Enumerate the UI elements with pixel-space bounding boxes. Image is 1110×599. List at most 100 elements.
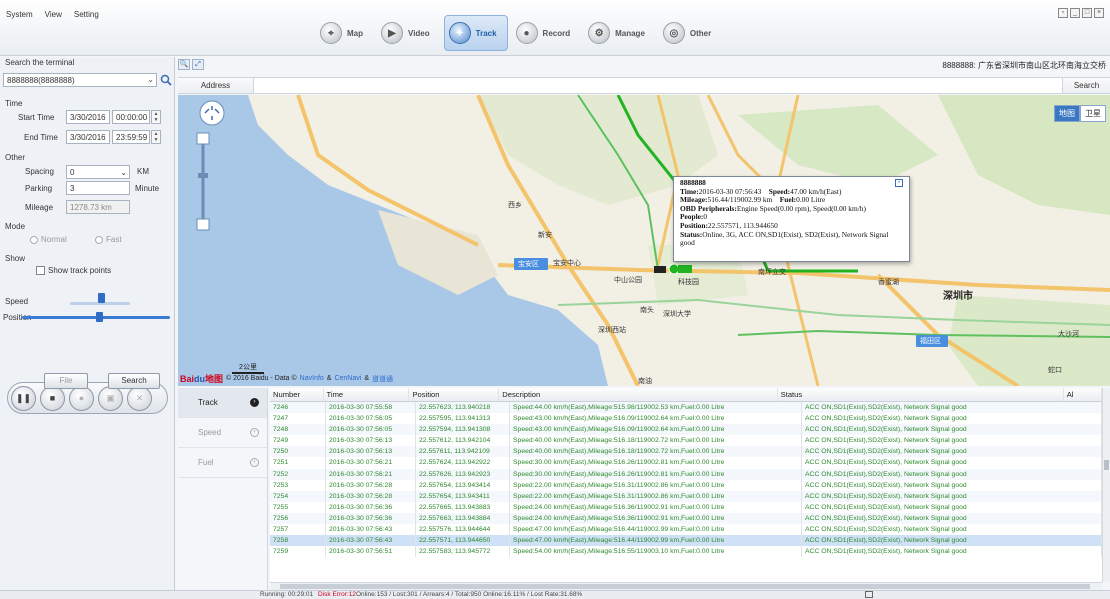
map-type-map[interactable]: 地图 xyxy=(1054,105,1080,122)
table-row[interactable]: 7256 2016-03-30 07:56:36 22.557663, 113.94… xyxy=(270,512,1102,525)
zoom-search-icon[interactable]: 🔍 xyxy=(178,59,190,70)
mode-normal-radio[interactable]: Normal xyxy=(30,235,67,244)
map-attribution: Baidu地图 © 2016 Baidu - Data © NavInfo & … xyxy=(180,372,393,385)
mileage-value: 1278.73 km xyxy=(70,203,112,212)
end-time-field[interactable]: 23:59:59 xyxy=(112,130,150,144)
cennavi-link[interactable]: CenNavi xyxy=(334,375,361,382)
close-icon[interactable]: × xyxy=(1094,8,1104,18)
table-row[interactable]: 7250 2016-03-30 07:56:13 22.557611, 113.94… xyxy=(270,446,1102,458)
spacing-value: 0 xyxy=(70,168,75,177)
terminal-select[interactable]: 8888888(8888888) ⌄ xyxy=(3,73,157,87)
table-row[interactable]: 7246 2016-03-30 07:55:58 22.557623, 113.94… xyxy=(270,402,1102,414)
map-view[interactable]: 宝安区 福田区 深圳市 科技园 南头 深圳大学 深圳西站 中山公园 西乡 宝安中… xyxy=(178,95,1110,386)
map-label: 宝安中心 xyxy=(553,260,581,267)
table-vertical-scrollbar[interactable] xyxy=(1102,388,1110,582)
end-time-spinner[interactable]: ▲ ▼ xyxy=(151,130,161,144)
cell-position: 22.557595, 113.941313 xyxy=(416,413,510,425)
tab-track[interactable]: Track › xyxy=(178,388,267,418)
minimize-icon[interactable]: _ xyxy=(1070,8,1080,18)
export-button[interactable]: ▣ xyxy=(98,385,123,411)
menu-setting[interactable]: Setting xyxy=(74,10,99,19)
cell-status: ACC ON,SD1(Exist),SD2(Exist), Network Si… xyxy=(802,479,1102,491)
search-button[interactable]: Search xyxy=(108,373,160,389)
search-icon[interactable] xyxy=(160,74,172,86)
map-label: 南油 xyxy=(638,378,652,385)
col-position[interactable]: Position xyxy=(409,388,500,401)
cell-position: 22.557624, 113.942922 xyxy=(416,457,510,469)
nav-video-button[interactable]: ▶ Video xyxy=(377,15,440,51)
position-slider-thumb[interactable] xyxy=(96,312,103,322)
col-time[interactable]: Time xyxy=(324,388,410,401)
col-number[interactable]: Number xyxy=(270,388,324,401)
scroll-thumb[interactable] xyxy=(1104,460,1109,470)
copyright-text: © 2016 Baidu - Data © xyxy=(226,375,297,382)
tab-fuel[interactable]: Fuel › xyxy=(178,448,267,478)
maximize-icon[interactable]: □ xyxy=(1082,8,1092,18)
stop-button[interactable]: ■ xyxy=(40,385,65,411)
cell-number: 7253 xyxy=(270,479,326,491)
tab-label: Fuel xyxy=(198,458,214,467)
start-time-value: 00:00:00 xyxy=(116,113,148,122)
cell-description: Speed:22.00 km/h(East),Mileage:516.31/11… xyxy=(510,479,802,491)
menu-system[interactable]: System xyxy=(6,10,33,19)
start-time-spinner[interactable]: ▲ ▼ xyxy=(151,110,161,124)
table-row[interactable]: 7248 2016-03-30 07:56:05 22.557594, 113.94… xyxy=(270,424,1102,436)
nav-other-button[interactable]: ◎ Other xyxy=(659,15,721,51)
start-date-field[interactable]: 3/30/2016 xyxy=(66,110,110,124)
chevron-right-icon: › xyxy=(250,458,259,467)
clear-button[interactable]: ✕ xyxy=(127,385,152,411)
table-row[interactable]: 7251 2016-03-30 07:56:21 22.557624, 113.94… xyxy=(270,457,1102,469)
nav-map-button[interactable]: ⌖ Map xyxy=(316,15,373,51)
parking-input[interactable]: 3 xyxy=(66,181,130,195)
spacing-select[interactable]: 0 ⌄ xyxy=(66,165,130,179)
fullscreen-icon[interactable]: ⤢ xyxy=(192,59,204,70)
col-description[interactable]: Description xyxy=(499,388,778,401)
chevron-down-icon[interactable]: ⌄ xyxy=(147,75,154,84)
window-icon[interactable] xyxy=(865,591,873,598)
record-button[interactable]: ● xyxy=(69,385,94,411)
col-status[interactable]: Status xyxy=(778,388,1064,401)
end-date-field[interactable]: 3/30/2016 xyxy=(66,130,110,144)
map-label: 南头 xyxy=(640,307,654,314)
close-icon[interactable]: × xyxy=(895,179,903,187)
cell-status: ACC ON,SD1(Exist),SD2(Exist), Network Si… xyxy=(802,501,1102,513)
table-row[interactable]: 7254 2016-03-30 07:56:28 22.557654, 113.94… xyxy=(270,490,1102,502)
cell-time: 2016-03-30 07:56:21 xyxy=(326,468,416,480)
file-button[interactable]: File xyxy=(44,373,88,389)
cell-time: 2016-03-30 07:56:43 xyxy=(326,535,416,547)
cell-number: 7247 xyxy=(270,413,326,425)
start-time-field[interactable]: 00:00:00 xyxy=(112,110,150,124)
table-row[interactable]: 7253 2016-03-30 07:56:28 22.557654, 113.94… xyxy=(270,479,1102,491)
end-time-label: End Time xyxy=(24,133,58,142)
cell-number: 7259 xyxy=(270,546,326,558)
mode-fast-radio[interactable]: Fast xyxy=(95,235,122,244)
speed-slider-thumb[interactable] xyxy=(98,293,105,303)
time-section-title: Time xyxy=(5,99,23,108)
cell-position: 22.557571, 113.944650 xyxy=(416,535,510,547)
nav-track-button[interactable]: ✦ Track xyxy=(443,15,508,51)
menu-view[interactable]: View xyxy=(45,10,62,19)
scroll-thumb[interactable] xyxy=(280,584,1090,589)
table-row[interactable]: 7259 2016-03-30 07:56:51 22.557583, 113.94… xyxy=(270,546,1102,558)
navinfo-link[interactable]: NavInfo xyxy=(300,375,324,382)
table-row[interactable]: 7257 2016-03-30 07:56:43 22.557576, 113.94… xyxy=(270,524,1102,536)
map-type-satellite[interactable]: 卫星 xyxy=(1080,105,1106,122)
table-row[interactable]: 7247 2016-03-30 07:56:05 22.557595, 113.94… xyxy=(270,413,1102,425)
daodaotong-link[interactable]: 道道通 xyxy=(372,374,393,384)
table-row[interactable]: 7249 2016-03-30 07:56:13 22.557612, 113.94… xyxy=(270,435,1102,447)
table-row[interactable]: 7258 2016-03-30 07:56:43 22.557571, 113.94… xyxy=(270,535,1102,547)
col-alarm[interactable]: Al xyxy=(1064,388,1102,401)
pause-button[interactable]: ❚❚ xyxy=(11,385,36,411)
nav-manage-button[interactable]: ⚙ Manage xyxy=(584,15,655,51)
spacing-unit: KM xyxy=(137,167,149,176)
table-row[interactable]: 7252 2016-03-30 07:56:21 22.557626, 113.94… xyxy=(270,468,1102,480)
tab-speed[interactable]: Speed › xyxy=(178,418,267,448)
table-row[interactable]: 7255 2016-03-30 07:56:36 22.557665, 113.94… xyxy=(270,501,1102,513)
nav-record-button[interactable]: ● Record xyxy=(512,15,581,51)
other-section-title: Other xyxy=(5,153,26,162)
address-search-button[interactable]: Search xyxy=(1062,78,1110,93)
restore-icon[interactable]: ▫ xyxy=(1058,8,1068,18)
table-horizontal-scrollbar[interactable] xyxy=(270,582,1102,590)
show-track-points-checkbox[interactable]: Show track points xyxy=(36,266,111,275)
attribution-sep: & xyxy=(364,375,369,382)
